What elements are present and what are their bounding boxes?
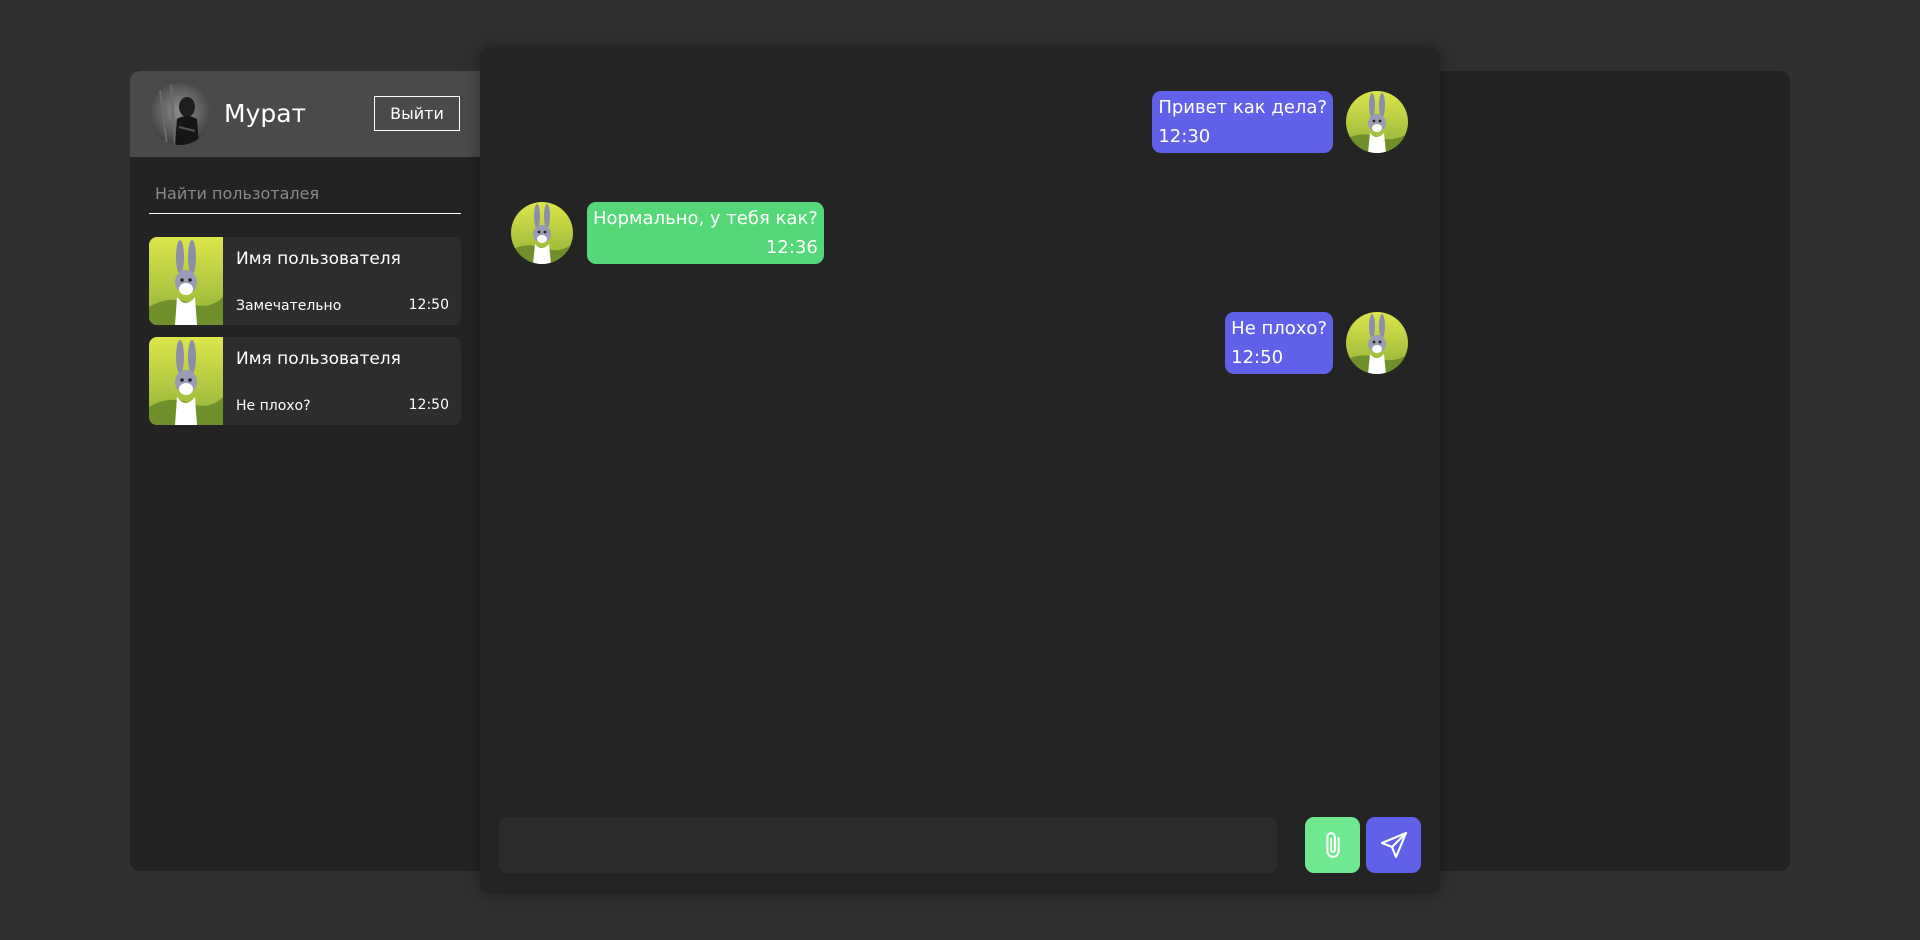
paperclip-icon [1325, 832, 1340, 858]
profile-header: Мурат Выйти [130, 71, 480, 157]
message-bubble-outgoing: Не плохо? 12:50 [1225, 312, 1333, 374]
search-field [149, 173, 461, 214]
bunny-cartoon-icon [1346, 91, 1408, 153]
contact-time: 12:50 [408, 297, 449, 313]
message-avatar [511, 202, 573, 264]
profile-photo-icon [149, 83, 211, 145]
send-button[interactable] [1366, 817, 1421, 873]
message-time: 12:50 [1231, 347, 1284, 368]
contact-avatar [149, 337, 223, 425]
message-time: 12:30 [1158, 126, 1211, 147]
contact-name: Имя пользователя [236, 249, 401, 269]
contact-item[interactable]: Имя пользователя Замечательно 12:50 [149, 237, 461, 325]
contact-last-message: Замечательно [236, 298, 342, 314]
search-input[interactable] [149, 173, 461, 213]
message-avatar [1346, 312, 1408, 374]
message-text: Не плохо? [1231, 318, 1327, 339]
profile-name: Мурат [224, 99, 307, 128]
contact-time: 12:50 [408, 397, 449, 413]
contact-avatar [149, 237, 223, 325]
attach-button[interactable] [1305, 817, 1360, 873]
bunny-cartoon-icon [149, 337, 223, 425]
contact-item[interactable]: Имя пользователя Не плохо? 12:50 [149, 337, 461, 425]
send-icon [1380, 831, 1407, 859]
message-time: 12:36 [765, 237, 818, 258]
message-text: Привет как дела? [1158, 97, 1327, 118]
profile-avatar [149, 83, 211, 145]
logout-button[interactable]: Выйти [374, 96, 460, 131]
sidebar: Мурат Выйти Найти пользоталея Имя пользо… [130, 71, 480, 871]
message-input[interactable] [499, 817, 1277, 873]
message-bubble-outgoing: Привет как дела? 12:30 [1152, 91, 1333, 153]
message-avatar [1346, 91, 1408, 153]
contact-last-message: Не плохо? [236, 398, 311, 414]
message-text: Нормально, у тебя как? [593, 208, 818, 229]
chat-window: Привет как дела? 12:30 Нормально, у тебя… [480, 47, 1440, 894]
bunny-cartoon-icon [1346, 312, 1408, 374]
message-bubble-incoming: Нормально, у тебя как? 12:36 [587, 202, 824, 264]
contact-name: Имя пользователя [236, 349, 401, 369]
bunny-cartoon-icon [149, 237, 223, 325]
bunny-cartoon-icon [511, 202, 573, 264]
